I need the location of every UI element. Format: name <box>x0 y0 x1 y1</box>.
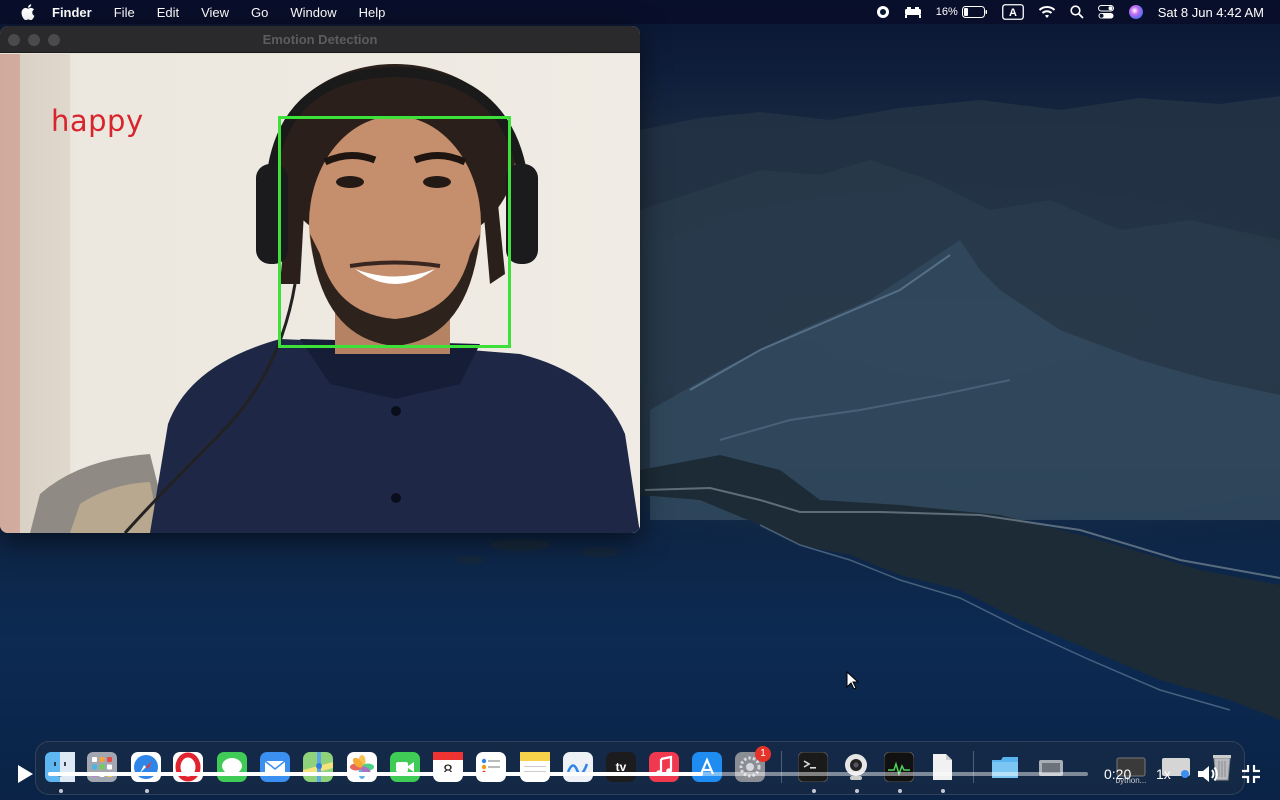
menu-bar: Finder File Edit View Go Window Help 16%… <box>0 0 1280 24</box>
display-icon[interactable] <box>904 6 922 18</box>
battery-icon[interactable] <box>961 6 988 18</box>
window-title: Emotion Detection <box>262 32 378 47</box>
screen-record-icon[interactable] <box>876 5 890 19</box>
video-player-controls: 0:20 1x <box>0 755 1280 795</box>
progress-fill <box>48 772 704 776</box>
play-button[interactable] <box>14 763 36 785</box>
exit-fullscreen-button[interactable] <box>1240 763 1264 785</box>
menu-edit[interactable]: Edit <box>157 5 179 20</box>
current-time: 0:20 <box>1104 766 1132 782</box>
play-icon <box>18 765 33 783</box>
emotion-detection-window: Emotion Detection happy <box>0 26 640 533</box>
playback-speed-button[interactable]: 1x <box>1156 766 1171 782</box>
menu-go[interactable]: Go <box>251 5 268 20</box>
input-source-label: A <box>1009 7 1017 19</box>
control-center-icon[interactable] <box>1097 5 1114 19</box>
menu-app-name[interactable]: Finder <box>52 5 92 20</box>
menu-datetime[interactable]: Sat 8 Jun 4:42 AM <box>1158 5 1264 20</box>
menu-help[interactable]: Help <box>359 5 386 20</box>
volume-button[interactable] <box>1196 763 1220 785</box>
face-bounding-box <box>278 116 511 348</box>
battery-percent: 16% <box>935 6 958 18</box>
emotion-label: happy <box>51 104 144 138</box>
mouse-cursor-icon <box>846 670 860 696</box>
spotlight-search-icon[interactable] <box>1070 5 1084 19</box>
window-titlebar[interactable]: Emotion Detection <box>0 26 640 53</box>
input-source-icon[interactable]: A <box>1001 4 1024 20</box>
webcam-feed: happy <box>0 54 640 533</box>
menu-window[interactable]: Window <box>290 5 336 20</box>
menu-file[interactable]: File <box>114 5 135 20</box>
progress-bar[interactable] <box>48 772 1088 776</box>
wifi-icon[interactable] <box>1038 5 1056 19</box>
apple-menu-icon[interactable] <box>18 2 38 22</box>
volume-icon <box>1198 766 1218 782</box>
siri-icon[interactable] <box>1128 4 1144 20</box>
exit-fullscreen-icon <box>1242 765 1260 783</box>
menu-view[interactable]: View <box>201 5 229 20</box>
